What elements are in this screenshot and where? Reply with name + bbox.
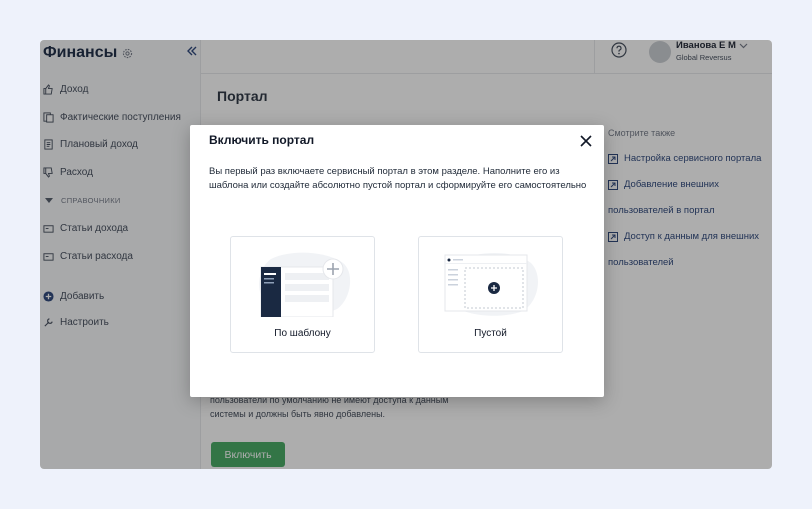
close-icon bbox=[580, 135, 592, 147]
enable-portal-dialog: Включить портал Вы первый раз включаете … bbox=[190, 125, 604, 397]
empty-option-card[interactable]: Пустой bbox=[418, 236, 563, 353]
template-illustration bbox=[259, 252, 351, 317]
empty-illustration bbox=[444, 253, 538, 316]
template-option-label: По шаблону bbox=[274, 328, 331, 339]
empty-option-label: Пустой bbox=[474, 328, 507, 339]
template-option-card[interactable]: По шаблону bbox=[230, 236, 375, 353]
close-button[interactable] bbox=[579, 134, 593, 148]
dialog-text: Вы первый раз включаете сервисный портал… bbox=[209, 166, 587, 191]
dialog-title: Включить портал bbox=[209, 133, 315, 147]
